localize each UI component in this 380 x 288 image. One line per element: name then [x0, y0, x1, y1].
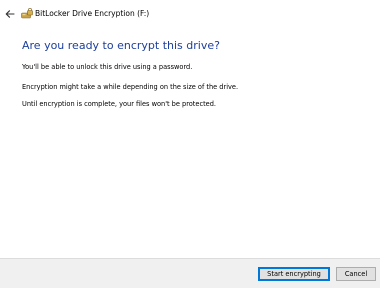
info-text-password: You'll be able to unlock this drive usin…: [22, 63, 193, 71]
info-text-protection: Until encryption is complete, your files…: [22, 100, 217, 108]
bitlocker-wizard-window: BitLocker Drive Encryption (F:) Are you …: [0, 0, 380, 288]
cancel-button[interactable]: Cancel: [336, 267, 376, 281]
window-title: BitLocker Drive Encryption (F:): [35, 9, 150, 18]
info-text-duration: Encryption might take a while depending …: [22, 83, 239, 91]
back-arrow-icon: [5, 10, 15, 18]
title-bar: BitLocker Drive Encryption (F:): [0, 0, 380, 30]
back-button[interactable]: [2, 6, 18, 22]
wizard-footer: Start encrypting Cancel: [0, 258, 380, 288]
bitlocker-drive-icon: [21, 8, 33, 19]
start-encrypting-button[interactable]: Start encrypting: [258, 267, 330, 281]
page-heading: Are you ready to encrypt this drive?: [22, 39, 220, 52]
